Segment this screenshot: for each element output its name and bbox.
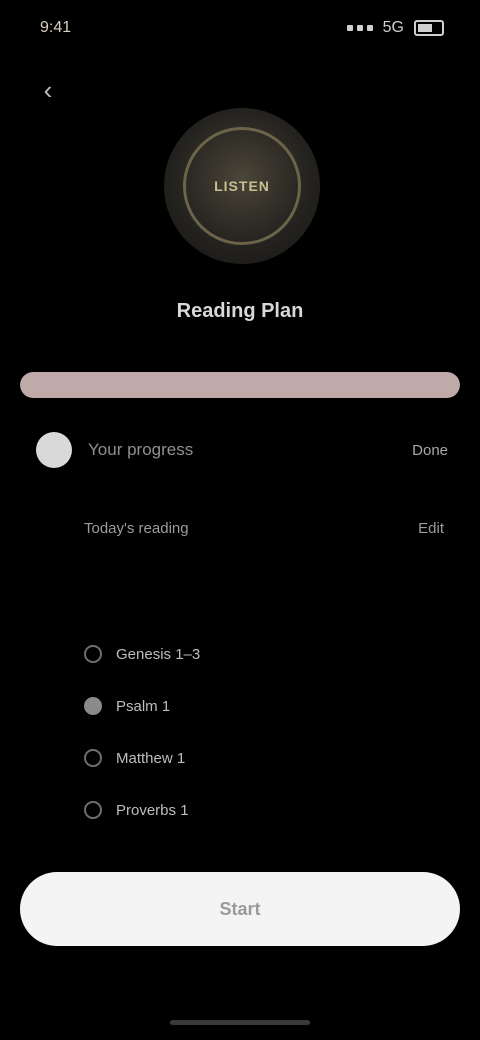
- plan-progress-fill: [20, 372, 460, 398]
- back-button[interactable]: ‹: [30, 72, 66, 108]
- task-item[interactable]: Proverbs 1: [84, 784, 414, 836]
- member-name: Your progress: [88, 440, 194, 459]
- task-item[interactable]: Matthew 1: [84, 732, 414, 784]
- battery-icon: [414, 20, 444, 36]
- signal-icon: [346, 25, 373, 31]
- avatar: [36, 432, 72, 468]
- member-row[interactable]: Your progress Done: [36, 424, 448, 476]
- task-label: Matthew 1: [116, 749, 186, 767]
- section-edit-link[interactable]: Edit: [418, 520, 444, 537]
- plan-progress-bar: [20, 372, 460, 398]
- plan-cover-image: LISTEN: [164, 108, 320, 264]
- task-item[interactable]: Psalm 1: [84, 680, 414, 732]
- start-button[interactable]: Start: [20, 872, 460, 946]
- task-check-icon[interactable]: [84, 749, 102, 767]
- status-bar: 9:41 5G: [0, 0, 480, 56]
- section-label: Today's reading: [84, 520, 189, 537]
- section-header: Today's reading Edit: [84, 520, 444, 537]
- member-status: Done: [412, 441, 448, 459]
- task-check-icon[interactable]: [84, 801, 102, 819]
- network-label: 5G: [382, 19, 404, 36]
- member-info: Your progress: [36, 432, 193, 468]
- task-item[interactable]: Genesis 1–3: [84, 628, 414, 680]
- task-label: Proverbs 1: [116, 801, 189, 819]
- task-label: Psalm 1: [116, 697, 171, 715]
- cover-text: LISTEN: [214, 178, 270, 194]
- task-check-icon[interactable]: [84, 697, 102, 715]
- cover-ring: LISTEN: [183, 127, 301, 245]
- chevron-left-icon: ‹: [43, 74, 53, 105]
- status-indicators: 5G: [346, 19, 444, 37]
- task-label: Genesis 1–3: [116, 645, 201, 663]
- task-check-icon[interactable]: [84, 645, 102, 663]
- home-indicator: [170, 1020, 310, 1025]
- task-list: Genesis 1–3 Psalm 1 Matthew 1 Proverbs 1: [84, 628, 414, 836]
- plan-title: Reading Plan: [176, 300, 304, 322]
- status-time: 9:41: [40, 19, 72, 36]
